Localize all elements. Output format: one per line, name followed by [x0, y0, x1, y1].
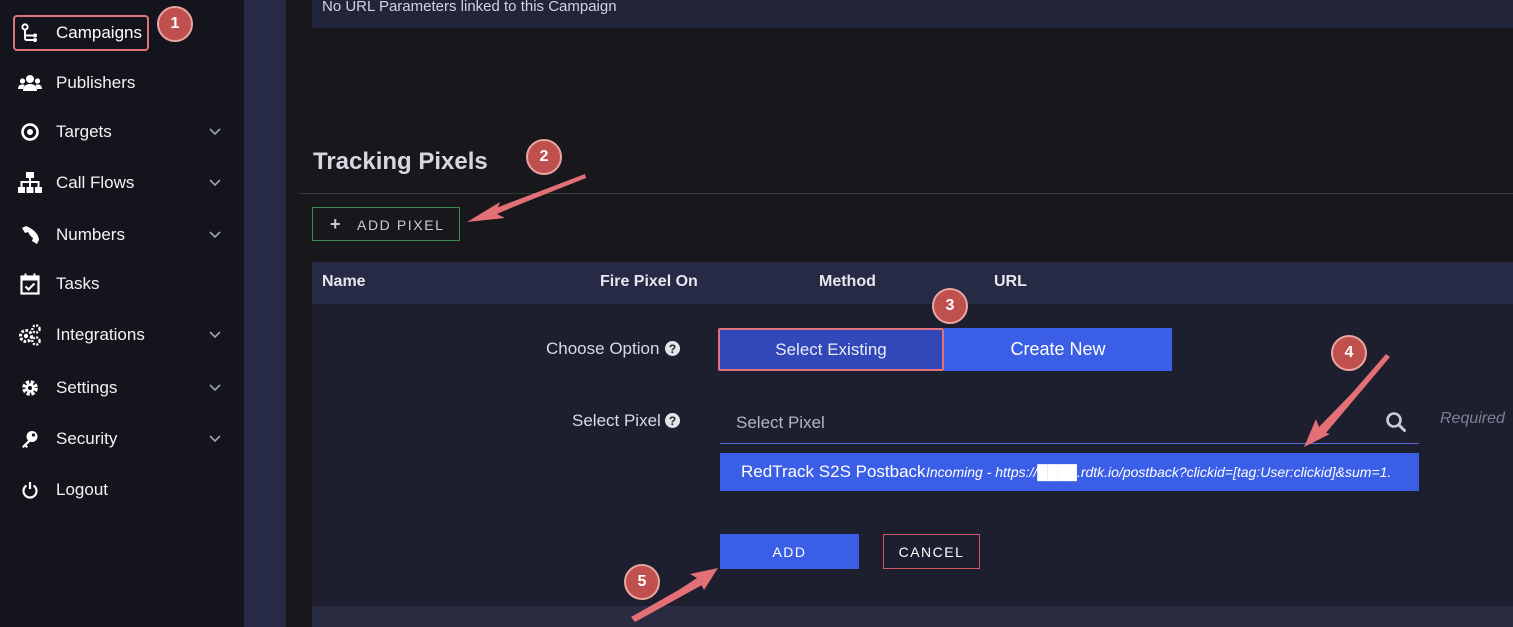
annotation-badge: 3: [932, 288, 968, 324]
annotation-badge: 5: [624, 564, 660, 600]
annotation-badge: 2: [526, 139, 562, 175]
annotation-arrows: [467, 174, 1390, 622]
annotation-badge: 1: [157, 6, 193, 42]
annotation-badge: 4: [1331, 335, 1367, 371]
